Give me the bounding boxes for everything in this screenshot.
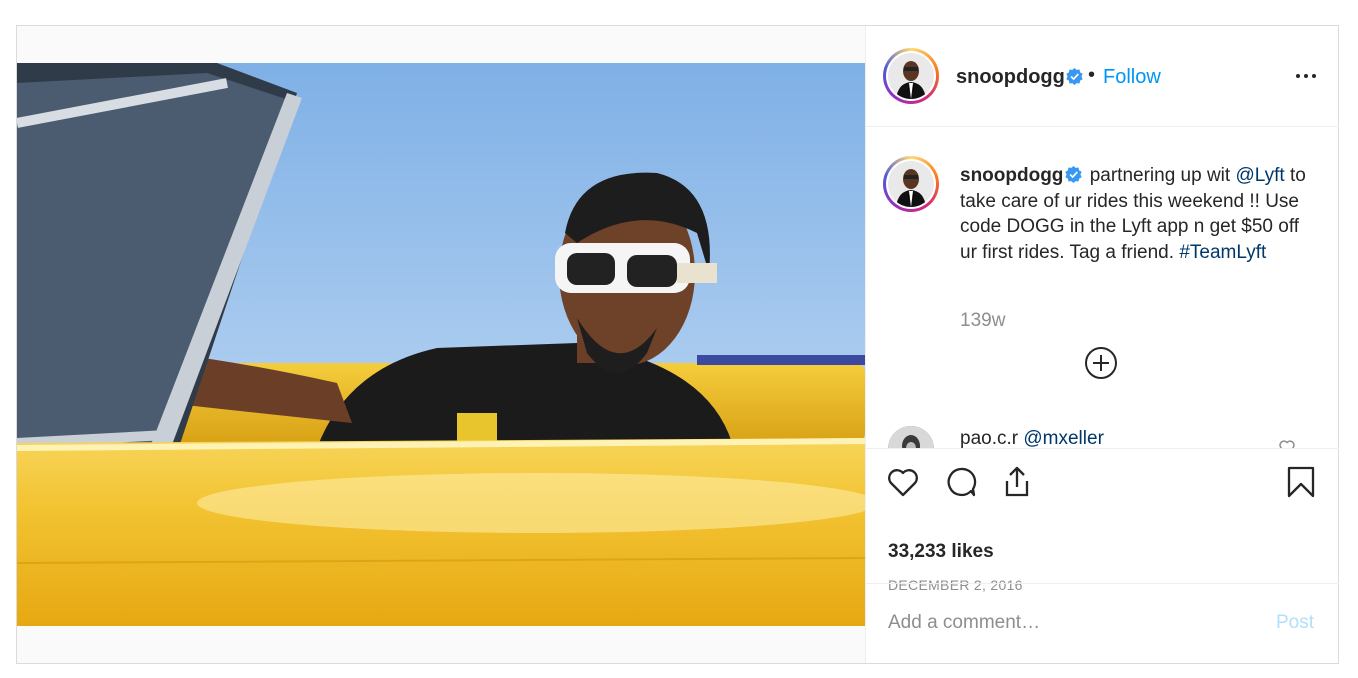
caption-author-avatar[interactable]	[883, 156, 939, 212]
comment-input[interactable]	[888, 606, 1248, 640]
post-caption: snoopdogg partnering up wit @Lyft to tak…	[960, 163, 1310, 265]
comments-section: snoopdogg partnering up wit @Lyft to tak…	[866, 128, 1339, 448]
post-header: snoopdogg • Follow	[866, 26, 1339, 127]
post-sidebar: snoopdogg • Follow snoopdogg partnering …	[865, 26, 1339, 663]
caption-hashtag-link[interactable]: #TeamLyft	[1179, 242, 1266, 263]
avatar-image-icon	[888, 53, 934, 99]
comment-mention-link[interactable]: @mxeller	[1023, 428, 1104, 448]
author-username[interactable]: snoopdogg	[956, 66, 1065, 89]
avatar-image-icon	[888, 426, 934, 448]
add-comment-bar: Post	[866, 583, 1339, 663]
post-photo-illustration	[17, 63, 865, 626]
header-separator: •	[1088, 64, 1096, 86]
post-card: snoopdogg • Follow snoopdogg partnering …	[16, 25, 1339, 664]
avatar-image-icon	[888, 161, 934, 207]
more-options-icon[interactable]	[1294, 66, 1318, 86]
save-bookmark-icon[interactable]	[1284, 465, 1318, 499]
verified-badge-icon	[1066, 68, 1083, 85]
commenter-username[interactable]: pao.c.r	[960, 428, 1018, 448]
likes-count[interactable]: 33,233 likes	[888, 541, 994, 563]
caption-mention-link[interactable]: @Lyft	[1235, 165, 1284, 186]
commenter-avatar[interactable]	[888, 426, 934, 448]
follow-button[interactable]: Follow	[1103, 66, 1161, 89]
post-comment-button[interactable]: Post	[1276, 612, 1314, 634]
verified-badge-icon	[1065, 166, 1083, 183]
load-more-comments-icon[interactable]	[1084, 346, 1118, 380]
author-avatar[interactable]	[883, 48, 939, 104]
comment-like-heart-icon[interactable]	[1278, 438, 1296, 448]
comment-row: pao.c.r @mxeller	[866, 424, 1339, 448]
caption-username[interactable]: snoopdogg	[960, 165, 1063, 186]
post-image[interactable]	[17, 63, 865, 626]
post-actions: 33,233 likes DECEMBER 2, 2016	[866, 448, 1339, 593]
caption-timestamp[interactable]: 139w	[960, 310, 1005, 332]
share-icon[interactable]	[1000, 465, 1034, 499]
like-heart-icon[interactable]	[886, 465, 920, 499]
comment-text: pao.c.r @mxeller	[960, 428, 1104, 448]
comment-bubble-icon[interactable]	[944, 465, 978, 499]
caption-text-part-1: partnering up wit	[1084, 165, 1236, 186]
